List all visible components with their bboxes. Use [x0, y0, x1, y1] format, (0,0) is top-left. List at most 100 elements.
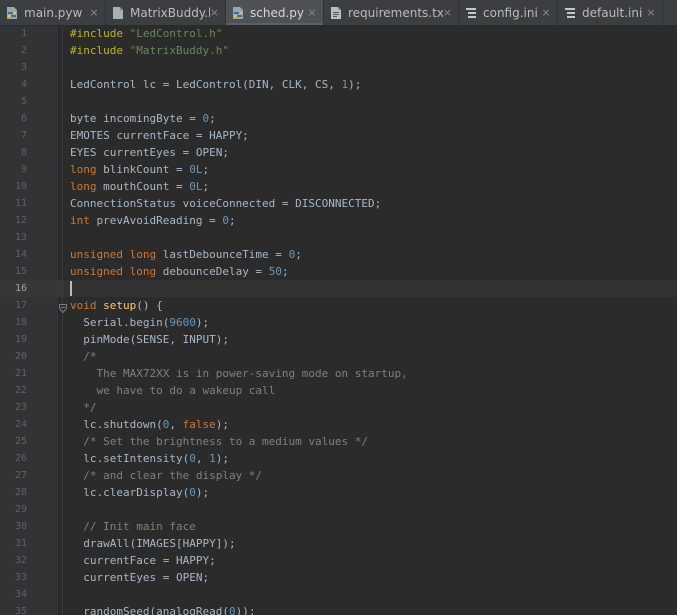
code-line[interactable]: 20 /*	[0, 348, 677, 365]
code-token: unsigned long	[70, 248, 163, 261]
code-line[interactable]: 6 byte incomingByte = 0;	[0, 110, 677, 127]
tab-config-ini[interactable]: config.ini ×	[459, 0, 558, 25]
code-line[interactable]: 30 // Init main face	[0, 518, 677, 535]
code-line[interactable]: 15 unsigned long debounceDelay = 50;	[0, 263, 677, 280]
code-line[interactable]: 12 int prevAvoidReading = 0;	[0, 212, 677, 229]
code-text: randomSeed(analogRead(0));	[70, 603, 255, 615]
line-number: 22	[14, 385, 27, 396]
code-line[interactable]: 21 The MAX72XX is in power-saving mode o…	[0, 365, 677, 382]
code-line[interactable]: 1 #include "LedControl.h"	[0, 25, 677, 42]
code-line[interactable]: 23 */	[0, 399, 677, 416]
code-token: drawAll(IMAGES[HAPPY]);	[70, 537, 236, 550]
code-line[interactable]: 13	[0, 229, 677, 246]
code-text: void setup() {	[70, 297, 163, 314]
code-line[interactable]: 29	[0, 501, 677, 518]
code-token: lc.shutdown(	[70, 418, 163, 431]
code-token: );	[215, 452, 229, 465]
code-token: "MatrixBuddy.h"	[129, 44, 229, 57]
code-line[interactable]: 4 LedControl lc = LedControl(DIN, CLK, CS…	[0, 76, 677, 93]
text-file-icon	[329, 6, 343, 20]
line-number: 2	[20, 45, 27, 56]
code-line[interactable]: 26 lc.setIntensity(0, 1);	[0, 450, 677, 467]
code-line[interactable]: 9 long blinkCount = 0L;	[0, 161, 677, 178]
code-line[interactable]: 17 void setup() {	[0, 297, 677, 314]
ini-file-icon	[464, 6, 478, 20]
code-line[interactable]: 16	[0, 280, 677, 297]
code-text: LedControl lc = LedControl(DIN, CLK, CS,…	[70, 76, 361, 93]
line-number: 31	[14, 538, 27, 549]
code-text: // Init main face	[70, 518, 196, 535]
code-line[interactable]: 18 Serial.begin(9600);	[0, 314, 677, 331]
code-line[interactable]: 32 currentFace = HAPPY;	[0, 552, 677, 569]
code-text: we have to do a wakeup call	[70, 382, 275, 399]
code-token: setup	[103, 299, 137, 312]
close-icon[interactable]: ×	[541, 6, 551, 19]
code-token: blinkCount =	[103, 163, 190, 176]
tab-requirements-txt[interactable]: requirements.txt ×	[324, 0, 459, 25]
code-line[interactable]: 22 we have to do a wakeup call	[0, 382, 677, 399]
code-line[interactable]: 34	[0, 586, 677, 603]
tab-label: default.ini	[582, 5, 643, 20]
code-text: unsigned long lastDebounceTime = 0;	[70, 246, 302, 263]
tab-default-ini[interactable]: default.ini ×	[558, 0, 663, 25]
code-line[interactable]: 27 /* and clear the display */	[0, 467, 677, 484]
code-line[interactable]: 35 randomSeed(analogRead(0));	[0, 603, 677, 615]
code-line[interactable]: 5	[0, 93, 677, 110]
code-line[interactable]: 33 currentEyes = OPEN;	[0, 569, 677, 586]
code-line[interactable]: 3	[0, 59, 677, 76]
code-line[interactable]: 24 lc.shutdown(0, false);	[0, 416, 677, 433]
line-number: 20	[14, 351, 27, 362]
line-number: 17	[14, 300, 27, 311]
line-number: 28	[14, 487, 27, 498]
code-token: ;	[281, 265, 289, 278]
code-text: lc.clearDisplay(0);	[70, 484, 209, 501]
code-text: byte incomingByte = 0;	[70, 110, 216, 127]
code-token: /* Set the brightness to a medium values…	[70, 435, 369, 448]
tab-label: sched.py	[250, 5, 304, 20]
code-token: prevAvoidReading =	[96, 214, 223, 227]
code-line[interactable]: 31 drawAll(IMAGES[HAPPY]);	[0, 535, 677, 552]
code-text: drawAll(IMAGES[HAPPY]);	[70, 535, 236, 552]
code-token: 0	[189, 486, 196, 499]
code-line[interactable]: 19 pinMode(SENSE, INPUT);	[0, 331, 677, 348]
line-number: 32	[14, 555, 27, 566]
code-line[interactable]: 25 /* Set the brightness to a medium val…	[0, 433, 677, 450]
code-token: lc.setIntensity(	[70, 452, 190, 465]
line-number: 34	[14, 589, 27, 600]
code-token: lastDebounceTime =	[162, 248, 289, 261]
code-line[interactable]: 8 EYES currentEyes = OPEN;	[0, 144, 677, 161]
close-icon[interactable]: ×	[307, 6, 317, 19]
code-token: 50	[268, 265, 282, 278]
code-token: 0L	[189, 180, 203, 193]
code-editor[interactable]: 1 #include "LedControl.h" 2 #include "Matri…	[0, 25, 677, 615]
tab-sched-py[interactable]: sched.py ×	[226, 0, 324, 25]
fold-toggle-icon[interactable]	[59, 301, 67, 314]
code-text: #include "LedControl.h"	[70, 25, 222, 42]
line-number: 3	[20, 62, 27, 73]
header-file-icon	[111, 6, 125, 20]
code-token: debounceDelay =	[162, 265, 269, 278]
code-text: /* Set the brightness to a medium values…	[70, 433, 368, 450]
code-line[interactable]: 10 long mouthCount = 0L;	[0, 178, 677, 195]
code-token: void	[70, 299, 104, 312]
tab-label: requirements.txt	[348, 5, 443, 20]
code-token: ));	[235, 605, 256, 615]
close-icon[interactable]: ×	[443, 6, 452, 19]
code-token: /* and clear the display */	[70, 469, 263, 482]
code-text: */	[70, 399, 96, 416]
code-line[interactable]: 2 #include "MatrixBuddy.h"	[0, 42, 677, 59]
tab-main-pyw[interactable]: main.pyw ×	[0, 0, 106, 25]
close-icon[interactable]: ×	[646, 6, 656, 19]
line-number: 9	[20, 164, 27, 175]
code-line[interactable]: 14 unsigned long lastDebounceTime = 0;	[0, 246, 677, 263]
tab-matrixbuddy-h[interactable]: MatrixBuddy.h ×	[106, 0, 226, 25]
code-line[interactable]: 28 lc.clearDisplay(0);	[0, 484, 677, 501]
line-number: 7	[20, 130, 27, 141]
line-number: 27	[14, 470, 27, 481]
close-icon[interactable]: ×	[89, 6, 99, 19]
code-line[interactable]: 7 EMOTES currentFace = HAPPY;	[0, 127, 677, 144]
code-token: byte incomingByte =	[70, 112, 203, 125]
line-number: 14	[14, 249, 27, 260]
close-icon[interactable]: ×	[210, 6, 219, 19]
code-line[interactable]: 11 ConnectionStatus voiceConnected = DISC…	[0, 195, 677, 212]
